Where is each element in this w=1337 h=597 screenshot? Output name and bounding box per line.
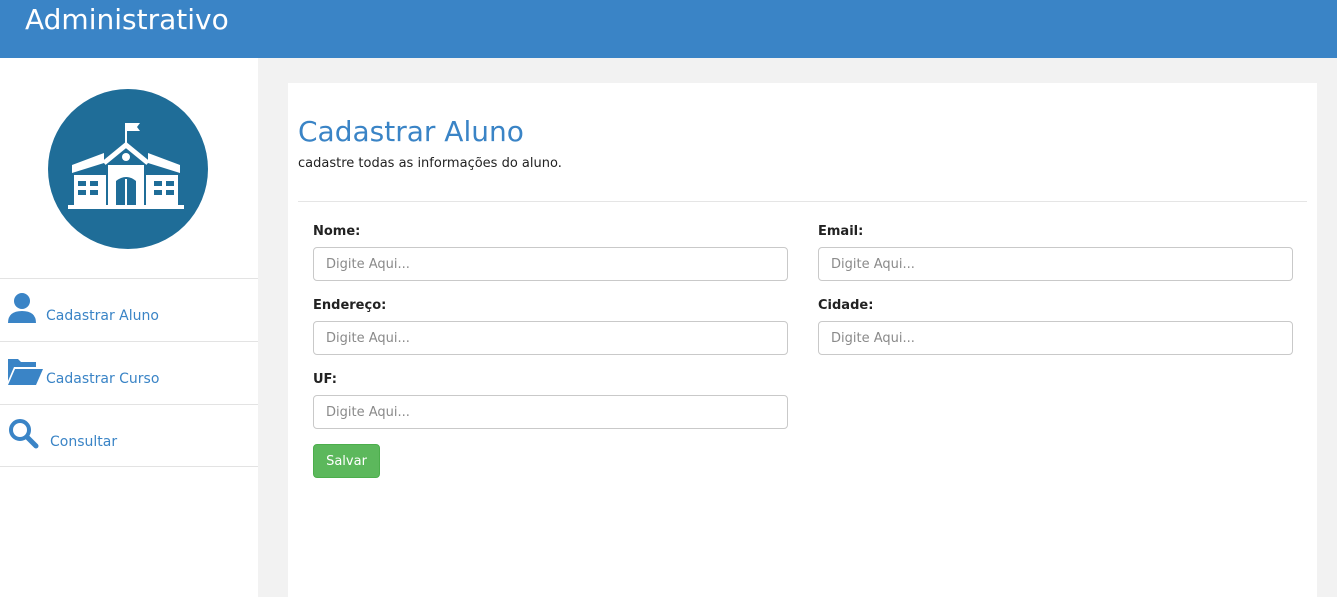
sidebar-nav: Cadastrar Aluno Cadastrar Curso Consulta…: [0, 278, 258, 467]
endereco-input[interactable]: [313, 321, 788, 355]
user-icon: [6, 292, 44, 324]
sidebar: Cadastrar Aluno Cadastrar Curso Consulta…: [0, 58, 258, 597]
school-building-icon: [48, 89, 208, 249]
divider: [298, 201, 1307, 202]
sidebar-item-label: Cadastrar Aluno: [46, 308, 159, 324]
folder-open-icon: [6, 355, 44, 387]
sidebar-item-consultar[interactable]: Consultar: [0, 404, 258, 467]
page-title: Cadastrar Aluno: [298, 115, 524, 148]
email-label: Email:: [818, 224, 864, 239]
uf-input[interactable]: [313, 395, 788, 429]
cidade-label: Cidade:: [818, 298, 874, 313]
app-title: Administrativo: [25, 3, 229, 36]
sidebar-item-label: Consultar: [50, 434, 118, 450]
sidebar-item-cadastrar-aluno[interactable]: Cadastrar Aluno: [0, 278, 258, 341]
nome-input[interactable]: [313, 247, 788, 281]
save-button[interactable]: Salvar: [313, 444, 380, 478]
uf-label: UF:: [313, 372, 337, 387]
form-panel: Cadastrar Aluno cadastre todas as inform…: [288, 83, 1317, 597]
email-input[interactable]: [818, 247, 1293, 281]
cidade-input[interactable]: [818, 321, 1293, 355]
page-subtitle: cadastre todas as informações do aluno.: [298, 156, 562, 171]
sidebar-item-cadastrar-curso[interactable]: Cadastrar Curso: [0, 341, 258, 404]
nome-label: Nome:: [313, 224, 361, 239]
sidebar-item-label: Cadastrar Curso: [46, 371, 160, 387]
endereco-label: Endereço:: [313, 298, 387, 313]
top-header: Administrativo: [0, 0, 1337, 58]
search-icon: [6, 418, 44, 450]
